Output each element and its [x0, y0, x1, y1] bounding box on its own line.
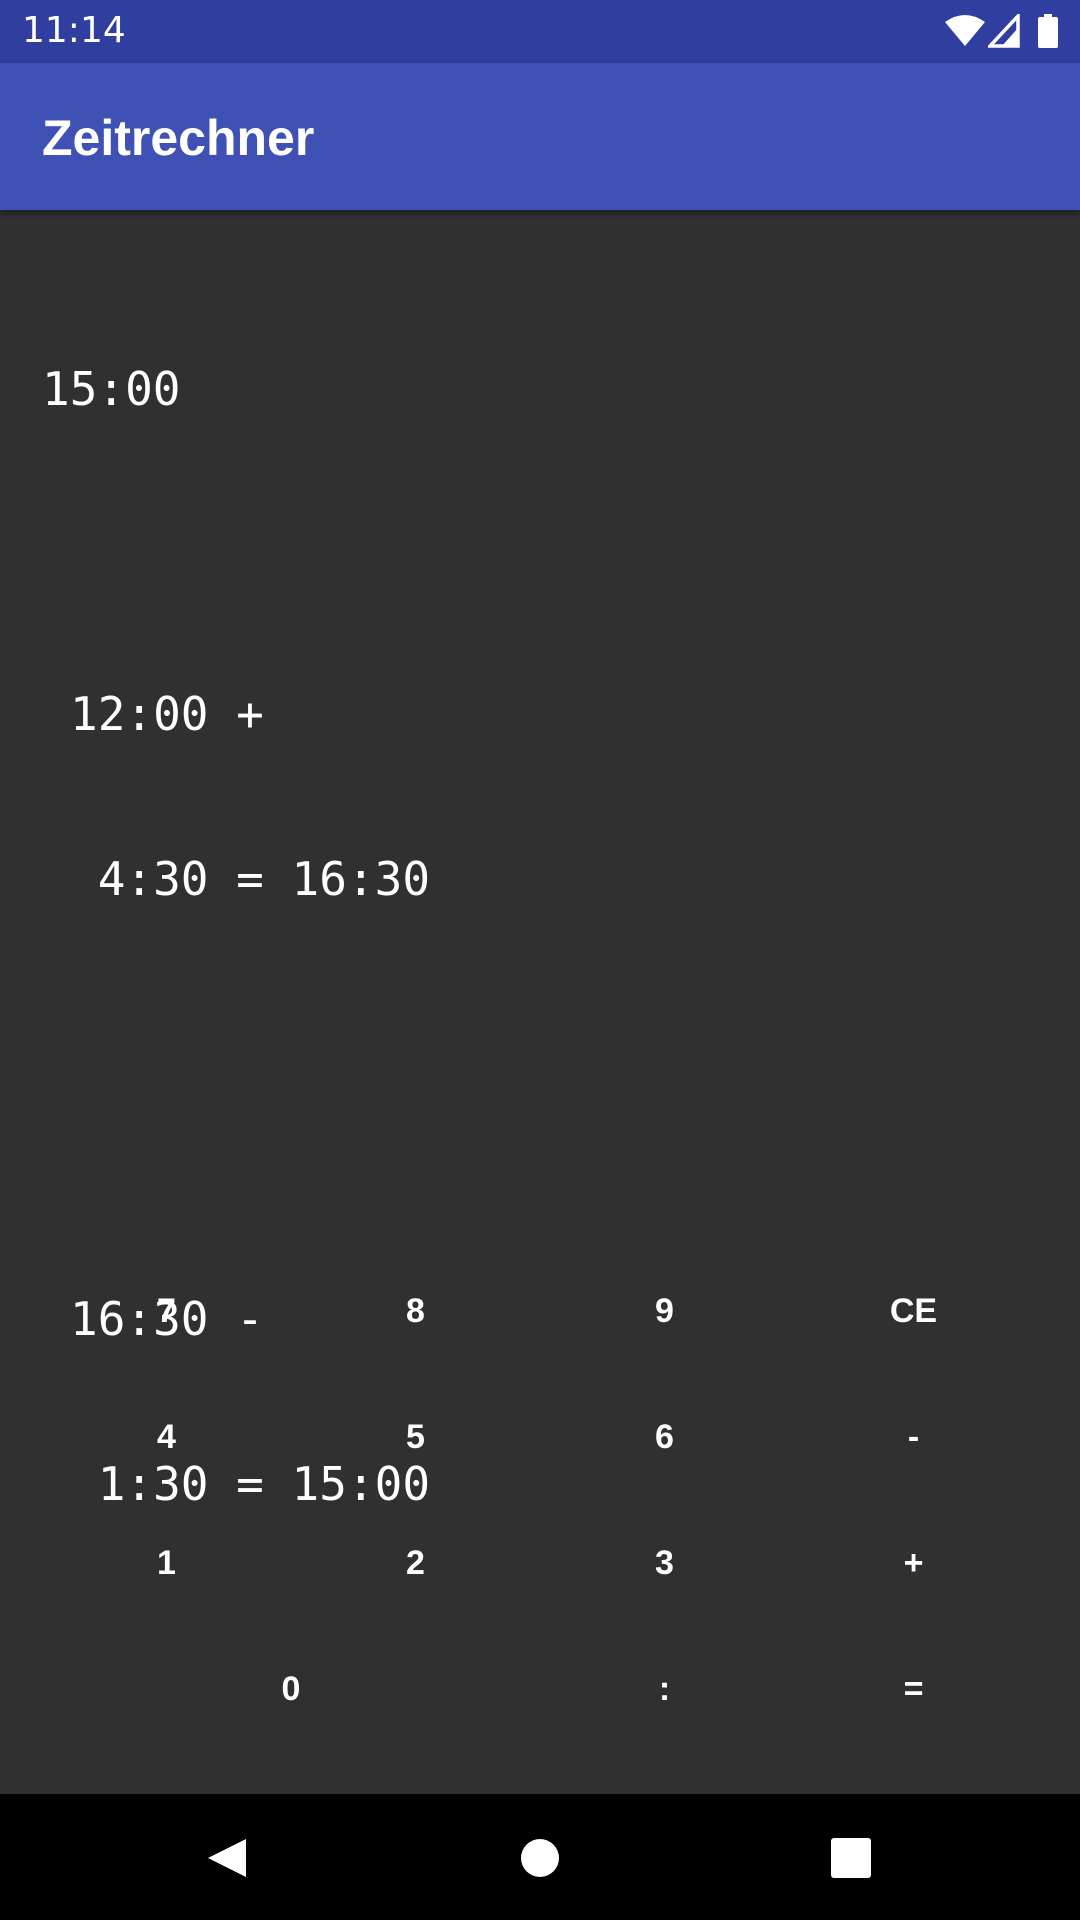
- key-4[interactable]: 4: [42, 1374, 291, 1500]
- key-7[interactable]: 7: [42, 1248, 291, 1374]
- recents-icon[interactable]: [821, 1827, 881, 1887]
- home-icon[interactable]: [510, 1827, 570, 1887]
- key-5[interactable]: 5: [291, 1374, 540, 1500]
- key-3[interactable]: 3: [540, 1500, 789, 1626]
- history-line: 4:30 = 16:30: [70, 852, 431, 906]
- battery-icon: [1038, 14, 1058, 52]
- key-1[interactable]: 1: [42, 1500, 291, 1626]
- keypad: 7 8 9 CE 4 5 6 - 1 2 3 + 0 : =: [0, 1248, 1080, 1752]
- key-colon[interactable]: :: [540, 1626, 789, 1752]
- status-bar: 11:14: [0, 0, 1080, 63]
- history-line: 12:00 +: [70, 687, 264, 741]
- key-6[interactable]: 6: [540, 1374, 789, 1500]
- key-clear-entry[interactable]: CE: [789, 1248, 1038, 1374]
- app-bar: Zeitrechner: [0, 63, 1080, 210]
- key-minus[interactable]: -: [789, 1374, 1038, 1500]
- back-icon[interactable]: [196, 1827, 256, 1887]
- status-time: 11:14: [22, 10, 126, 51]
- app-title: Zeitrechner: [42, 110, 315, 166]
- key-0[interactable]: 0: [42, 1626, 540, 1752]
- key-2[interactable]: 2: [291, 1500, 540, 1626]
- key-8[interactable]: 8: [291, 1248, 540, 1374]
- navigation-bar: [0, 1794, 1080, 1920]
- key-equals[interactable]: =: [789, 1626, 1038, 1752]
- key-9[interactable]: 9: [540, 1248, 789, 1374]
- key-plus[interactable]: +: [789, 1500, 1038, 1626]
- wifi-icon: [945, 14, 985, 52]
- history-entry: 12:00 + 4:30 = 16:30: [42, 577, 1042, 1017]
- current-value: 15:00: [42, 362, 181, 416]
- signal-icon: [985, 11, 1020, 52]
